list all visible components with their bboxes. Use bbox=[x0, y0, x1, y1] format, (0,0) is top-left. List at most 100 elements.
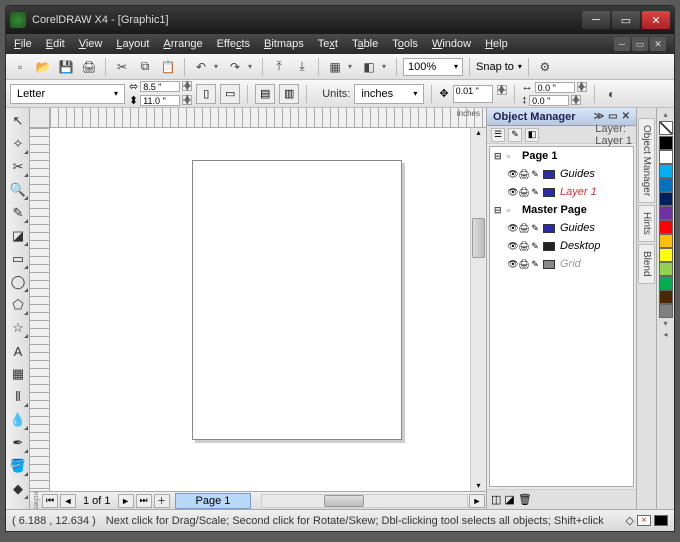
minimize-button[interactable]: ─ bbox=[582, 11, 610, 29]
color-swatch[interactable] bbox=[659, 248, 673, 262]
printable-icon[interactable]: 🖨 bbox=[519, 223, 529, 233]
cut-icon[interactable]: ✂ bbox=[112, 57, 132, 77]
app-launcher-icon[interactable]: ▦ bbox=[325, 57, 345, 77]
ruler-origin[interactable] bbox=[30, 108, 50, 128]
vertical-ruler[interactable] bbox=[30, 128, 50, 491]
redo-icon[interactable]: ↷ bbox=[225, 57, 245, 77]
last-page-button[interactable]: ⏭ bbox=[136, 494, 152, 508]
rectangle-tool-icon[interactable]: ▭ bbox=[7, 248, 29, 270]
tree-layer[interactable]: 👁🖨✎Desktop bbox=[490, 237, 633, 255]
welcome-icon[interactable]: ◧ bbox=[359, 57, 379, 77]
color-swatch[interactable] bbox=[659, 164, 673, 178]
tree-layer[interactable]: 👁🖨✎Guides bbox=[490, 165, 633, 183]
color-swatch[interactable] bbox=[659, 234, 673, 248]
add-page-button[interactable]: ＋ bbox=[154, 494, 170, 508]
color-swatch[interactable] bbox=[659, 206, 673, 220]
printable-icon[interactable]: 🖨 bbox=[519, 241, 529, 251]
horizontal-scrollbar[interactable] bbox=[261, 494, 468, 508]
eyedropper-tool-icon[interactable]: 💧 bbox=[7, 409, 29, 431]
outline-tool-icon[interactable]: ✒ bbox=[7, 432, 29, 454]
mdi-close-button[interactable]: ✕ bbox=[650, 37, 666, 51]
scroll-right-button[interactable]: ► bbox=[469, 494, 485, 508]
tree-layer[interactable]: 👁🖨✎Grid bbox=[490, 255, 633, 273]
menu-text[interactable]: Text bbox=[318, 38, 338, 50]
import-icon[interactable]: ⤒ bbox=[269, 57, 289, 77]
menu-edit[interactable]: Edit bbox=[46, 38, 65, 50]
save-icon[interactable]: 💾 bbox=[56, 57, 76, 77]
freehand-tool-icon[interactable]: ✎ bbox=[7, 202, 29, 224]
menu-layout[interactable]: Layout bbox=[116, 38, 149, 50]
page-height-input[interactable]: 11.0 " bbox=[140, 95, 180, 106]
edit-across-layers-icon[interactable]: ✎ bbox=[508, 128, 522, 142]
prev-page-button[interactable]: ◄ bbox=[60, 494, 76, 508]
visible-icon[interactable]: 👁 bbox=[508, 169, 518, 179]
menu-bitmaps[interactable]: Bitmaps bbox=[264, 38, 304, 50]
editable-icon[interactable]: ✎ bbox=[530, 241, 540, 251]
duplicate-x-input[interactable]: 0.0 " bbox=[535, 82, 575, 93]
printable-icon[interactable]: 🖨 bbox=[519, 259, 529, 269]
page-tab[interactable]: Page 1 bbox=[175, 493, 252, 509]
editable-icon[interactable]: ✎ bbox=[530, 223, 540, 233]
open-icon[interactable]: 📂 bbox=[33, 57, 53, 77]
vertical-scrollbar[interactable]: ▴ ▾ bbox=[470, 128, 486, 491]
new-icon[interactable]: ▫ bbox=[10, 57, 30, 77]
layer-color-swatch[interactable] bbox=[543, 188, 555, 197]
undo-icon[interactable]: ↶ bbox=[191, 57, 211, 77]
menu-view[interactable]: View bbox=[79, 38, 103, 50]
visible-icon[interactable]: 👁 bbox=[508, 259, 518, 269]
page-width-input[interactable]: 8.5 " bbox=[140, 81, 180, 92]
duplicate-y-input[interactable]: 0.0 " bbox=[529, 95, 569, 106]
mdi-restore-button[interactable]: ▭ bbox=[632, 37, 648, 51]
printable-icon[interactable]: 🖨 bbox=[519, 169, 529, 179]
mdi-minimize-button[interactable]: ─ bbox=[614, 37, 630, 51]
fill-tool-icon[interactable]: 🪣 bbox=[7, 455, 29, 477]
object-tree[interactable]: ⊟▫Page 1👁🖨✎Guides👁🖨✎Layer 1⊟▫Master Page… bbox=[489, 146, 634, 487]
polygon-tool-icon[interactable]: ⬠ bbox=[7, 294, 29, 316]
menu-file[interactable]: File bbox=[14, 38, 32, 50]
visible-icon[interactable]: 👁 bbox=[508, 187, 518, 197]
editable-icon[interactable]: ✎ bbox=[530, 259, 540, 269]
undo-dropdown[interactable]: ▾ bbox=[214, 62, 222, 71]
new-master-layer-icon[interactable]: ◪ bbox=[504, 493, 514, 506]
new-layer-icon[interactable]: ◫ bbox=[491, 493, 501, 506]
visible-icon[interactable]: 👁 bbox=[508, 223, 518, 233]
delete-icon[interactable]: 🗑 bbox=[518, 493, 532, 506]
layer-color-swatch[interactable] bbox=[543, 170, 555, 179]
docker-tab-hints[interactable]: Hints bbox=[638, 205, 655, 242]
outline-swatch[interactable] bbox=[654, 515, 668, 526]
landscape-button[interactable]: ▭ bbox=[220, 84, 240, 104]
nudge-spinner[interactable]: ▴▾ bbox=[497, 85, 507, 103]
current-page-button[interactable]: ▥ bbox=[279, 84, 299, 104]
docker-tab-blend[interactable]: Blend bbox=[638, 244, 655, 284]
menu-help[interactable]: Help bbox=[485, 38, 508, 50]
menu-tools[interactable]: Tools bbox=[392, 38, 418, 50]
layer-color-swatch[interactable] bbox=[543, 260, 555, 269]
pick-tool-icon[interactable]: ↖ bbox=[7, 110, 29, 132]
visible-icon[interactable]: 👁 bbox=[508, 241, 518, 251]
units-select[interactable]: inches▾ bbox=[354, 84, 424, 104]
all-pages-button[interactable]: ▤ bbox=[255, 84, 275, 104]
menu-arrange[interactable]: Arrange bbox=[163, 38, 202, 50]
next-page-button[interactable]: ► bbox=[118, 494, 134, 508]
paper-size-select[interactable]: Letter▾ bbox=[10, 84, 125, 104]
dup-y-spinner[interactable]: ▴▾ bbox=[571, 95, 581, 106]
interactive-blend-tool-icon[interactable]: ⫴ bbox=[7, 386, 29, 408]
portrait-button[interactable]: ▯ bbox=[196, 84, 216, 104]
editable-icon[interactable]: ✎ bbox=[530, 169, 540, 179]
treat-as-filled-icon[interactable]: ◐ bbox=[602, 84, 622, 104]
layer-color-swatch[interactable] bbox=[543, 242, 555, 251]
export-icon[interactable]: ⤓ bbox=[292, 57, 312, 77]
app-launcher-dropdown[interactable]: ▾ bbox=[348, 62, 356, 71]
menu-effects[interactable]: Effects bbox=[217, 38, 250, 50]
maximize-button[interactable]: ▭ bbox=[612, 11, 640, 29]
height-spinner[interactable]: ▴▾ bbox=[182, 95, 192, 106]
basic-shapes-tool-icon[interactable]: ☆ bbox=[7, 317, 29, 339]
paste-icon[interactable]: 📋 bbox=[158, 57, 178, 77]
menu-table[interactable]: Table bbox=[352, 38, 378, 50]
ellipse-tool-icon[interactable]: ◯ bbox=[7, 271, 29, 293]
crop-tool-icon[interactable]: ✂ bbox=[7, 156, 29, 178]
expand-icon[interactable]: ⊟ bbox=[494, 205, 504, 216]
docker-close-icon[interactable]: ✕ bbox=[622, 111, 630, 122]
copy-icon[interactable]: ⧉ bbox=[135, 57, 155, 77]
nudge-input[interactable]: 0.01 " bbox=[453, 85, 493, 103]
